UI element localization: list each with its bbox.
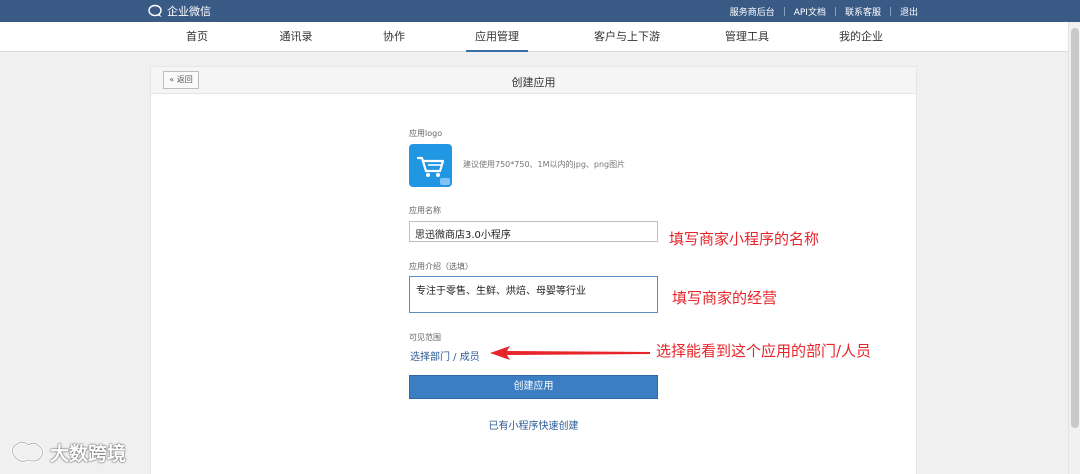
main-nav: 首页 通讯录 协作 应用管理 客户与上下游 管理工具 我的企业: [0, 22, 1080, 52]
quick-create-link[interactable]: 已有小程序快速创建: [409, 417, 658, 432]
app-name-input[interactable]: 思迅微商店3.0小程序: [409, 221, 658, 242]
shopping-cart-icon: [416, 156, 450, 185]
tab-contacts[interactable]: 通讯录: [276, 22, 316, 52]
scope-annotation: 选择能看到这个应用的部门/人员: [656, 342, 872, 360]
brand[interactable]: 企业微信: [148, 3, 211, 19]
logout-link[interactable]: 退出: [900, 5, 918, 18]
page-title: 创建应用: [511, 76, 556, 89]
logo-hint: 建议使用750*750、1M以内的jpg、png图片: [463, 160, 626, 169]
api-docs-link[interactable]: API文档: [794, 5, 826, 18]
name-annotation: 填写商家小程序的名称: [669, 230, 820, 248]
contact-support-link[interactable]: 联系客服: [845, 5, 881, 18]
divider: [834, 7, 836, 16]
tab-customers[interactable]: 客户与上下游: [588, 22, 666, 52]
service-console-link[interactable]: 服务商后台: [730, 5, 775, 18]
create-app-button[interactable]: 创建应用: [409, 375, 658, 399]
tab-my-enterprise[interactable]: 我的企业: [836, 22, 886, 52]
watermark-text: 大数跨境: [50, 442, 127, 465]
page-scrollbar[interactable]: [1068, 22, 1080, 474]
logo-label: 应用logo: [409, 129, 443, 138]
tab-collaboration[interactable]: 协作: [379, 22, 409, 52]
create-app-panel: « 返回 创建应用: [150, 66, 917, 474]
scroll-thumb[interactable]: [1071, 28, 1079, 428]
wecom-logo-icon: [148, 4, 162, 17]
tab-admin-tools[interactable]: 管理工具: [722, 22, 772, 52]
intro-annotation: 填写商家的经营: [672, 289, 778, 307]
brand-name: 企业微信: [167, 5, 211, 18]
watermark-logo-icon: [11, 441, 44, 463]
panel-header: « 返回 创建应用: [151, 67, 916, 94]
tab-app-management[interactable]: 应用管理: [466, 22, 528, 52]
app-intro-textarea[interactable]: 专注于零售、生鲜、烘焙、母婴等行业: [409, 276, 658, 313]
intro-label: 应用介绍（选填）: [409, 262, 473, 271]
watermark: 大数跨境: [8, 438, 126, 466]
annotation-arrow-icon: [490, 346, 650, 360]
divider: [783, 7, 785, 16]
top-bar: 企业微信 服务商后台 API文档 联系客服 退出: [0, 0, 1080, 22]
tab-home[interactable]: 首页: [180, 22, 214, 52]
name-label: 应用名称: [409, 206, 441, 215]
select-scope-link[interactable]: 选择部门 / 成员: [410, 348, 480, 363]
top-links: 服务商后台 API文档 联系客服 退出: [730, 5, 918, 18]
scope-label: 可见范围: [409, 333, 441, 342]
divider: [889, 7, 891, 16]
app-logo-upload[interactable]: [409, 144, 452, 187]
